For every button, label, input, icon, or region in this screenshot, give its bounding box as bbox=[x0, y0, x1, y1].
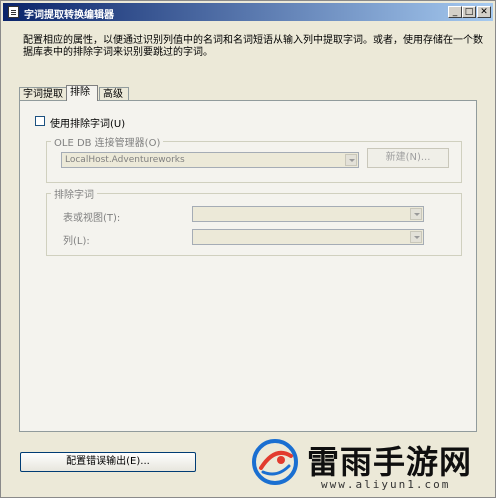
chevron-down-icon[interactable] bbox=[410, 231, 422, 243]
watermark-url: www.aliyun1.com bbox=[321, 478, 451, 491]
table-view-label: 表或视图(T): bbox=[63, 213, 121, 224]
watermark-logo-icon bbox=[252, 439, 298, 485]
table-view-select[interactable] bbox=[192, 206, 424, 222]
minimize-button[interactable]: _ bbox=[448, 6, 462, 18]
use-exclusion-label: 使用排除字词(U) bbox=[50, 119, 126, 130]
tab-term-extraction[interactable]: 字词提取 bbox=[19, 87, 67, 100]
site-watermark: 雷雨手游网 www.aliyun1.com bbox=[247, 433, 493, 497]
chevron-down-icon[interactable] bbox=[410, 208, 422, 220]
column-select[interactable] bbox=[192, 229, 424, 245]
app-icon bbox=[8, 6, 19, 18]
chevron-down-icon[interactable] bbox=[345, 154, 357, 166]
exclusion-terms-group bbox=[46, 193, 462, 256]
tab-advanced[interactable]: 高级 bbox=[99, 87, 129, 100]
configure-error-output-button[interactable]: 配置错误输出(E)... bbox=[20, 452, 196, 472]
tab-exclusion[interactable]: 排除 bbox=[66, 85, 98, 101]
connection-value: LocalHost.Adventureworks bbox=[65, 155, 185, 165]
oledb-group-title: OLE DB 连接管理器(O) bbox=[51, 134, 164, 149]
use-exclusion-checkbox[interactable] bbox=[35, 116, 45, 126]
watermark-name: 雷雨手游网 bbox=[307, 443, 473, 481]
editor-window: 字词提取转换编辑器 _ □ ✕ 配置相应的属性，以便通过识别列值中的名词和名词短… bbox=[0, 0, 496, 498]
close-button[interactable]: ✕ bbox=[477, 6, 491, 18]
connection-manager-select[interactable]: LocalHost.Adventureworks bbox=[61, 152, 359, 168]
description-text: 配置相应的属性，以便通过识别列值中的名词和名词短语从输入列中提取字词。或者，使用… bbox=[23, 35, 483, 58]
window-title: 字词提取转换编辑器 bbox=[24, 10, 114, 21]
new-connection-button[interactable]: 新建(N)... bbox=[367, 148, 449, 168]
exclusion-terms-title: 排除字词 bbox=[51, 186, 97, 201]
column-label: 列(L): bbox=[63, 236, 90, 247]
maximize-button[interactable]: □ bbox=[462, 6, 476, 18]
title-bar: 字词提取转换编辑器 _ □ ✕ bbox=[3, 3, 493, 21]
